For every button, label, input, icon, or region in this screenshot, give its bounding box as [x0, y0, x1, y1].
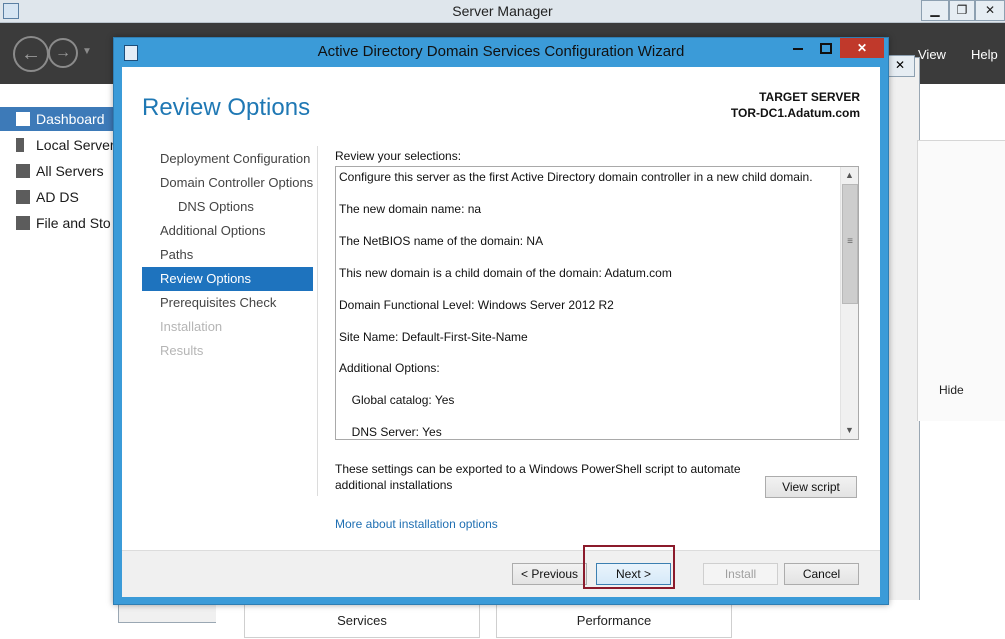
- review-line: Additional Options:: [339, 361, 440, 375]
- sm-close-button[interactable]: ✕: [975, 0, 1005, 21]
- menu-help[interactable]: Help: [971, 47, 998, 62]
- step-dns-options[interactable]: DNS Options: [142, 195, 313, 219]
- review-line: The new domain name: na: [339, 202, 482, 216]
- sidebar-item-label: Local Server: [36, 137, 115, 153]
- wizard-maximize-button[interactable]: [812, 38, 840, 58]
- maximize-icon: [820, 43, 832, 55]
- tile-services[interactable]: Services: [244, 602, 480, 638]
- target-server-value: TOR-DC1.Adatum.com: [730, 106, 860, 120]
- previous-button[interactable]: < Previous: [512, 563, 587, 585]
- server-manager-right-panel: [917, 140, 1005, 421]
- review-selections-label: Review your selections:: [335, 149, 462, 163]
- install-button: Install: [703, 563, 778, 585]
- minimize-icon: [793, 47, 803, 50]
- wizard-minimize-button[interactable]: [784, 38, 812, 58]
- step-deployment-configuration[interactable]: Deployment Configuration: [142, 147, 313, 171]
- step-review-options[interactable]: Review Options: [142, 267, 313, 291]
- wizard-title: Active Directory Domain Services Configu…: [317, 43, 685, 60]
- sidebar-item-file-storage[interactable]: File and Sto: [0, 211, 118, 235]
- next-button-highlight-box: [583, 545, 675, 589]
- hide-link[interactable]: Hide: [939, 383, 964, 397]
- step-paths[interactable]: Paths: [142, 243, 313, 267]
- sm-minimize-button[interactable]: ▁: [921, 0, 949, 21]
- review-line: Configure this server as the first Activ…: [339, 170, 813, 184]
- background-dialog-close-icon[interactable]: ✕: [885, 55, 915, 77]
- forward-arrow-icon[interactable]: →: [48, 38, 78, 68]
- step-domain-controller-options[interactable]: Domain Controller Options: [142, 171, 313, 195]
- sidebar-item-all-servers[interactable]: All Servers: [0, 159, 118, 183]
- review-line: Global catalog: Yes: [345, 393, 455, 407]
- review-line: This new domain is a child domain of the…: [339, 266, 672, 280]
- back-arrow-icon[interactable]: ←: [13, 36, 49, 72]
- sidebar-item-label: File and Sto: [36, 215, 111, 231]
- scroll-up-icon[interactable]: ▲: [841, 167, 858, 184]
- steps-divider: [317, 146, 318, 496]
- step-results: Results: [160, 343, 204, 358]
- history-dropdown-icon[interactable]: ▼: [82, 46, 92, 57]
- all-servers-icon: [16, 164, 30, 178]
- ad-ds-configuration-wizard: Active Directory Domain Services Configu…: [113, 37, 889, 605]
- review-line: The NetBIOS name of the domain: NA: [339, 234, 544, 248]
- scroll-down-icon[interactable]: ▼: [841, 422, 858, 439]
- cancel-button[interactable]: Cancel: [784, 563, 859, 585]
- wizard-close-button[interactable]: ✕: [840, 38, 884, 58]
- file-storage-icon: [16, 216, 30, 230]
- step-installation: Installation: [160, 319, 223, 334]
- more-about-installation-link[interactable]: More about installation options: [335, 517, 498, 531]
- local-server-icon: [16, 138, 24, 152]
- target-server-label: TARGET SERVER: [759, 90, 860, 104]
- page-title: Review Options: [142, 94, 311, 121]
- sidebar-item-ad-ds[interactable]: AD DS: [0, 185, 118, 209]
- sidebar-item-dashboard[interactable]: Dashboard: [0, 107, 118, 131]
- sidebar-item-label: All Servers: [36, 163, 104, 179]
- grip-icon: ≡: [847, 236, 853, 247]
- review-selections-textbox[interactable]: Configure this server as the first Activ…: [335, 166, 859, 440]
- view-script-button[interactable]: View script: [765, 476, 857, 498]
- sidebar-item-local-server[interactable]: Local Server: [0, 133, 118, 157]
- menu-view[interactable]: View: [918, 47, 946, 62]
- close-icon: ✕: [856, 41, 868, 55]
- scrollbar-thumb[interactable]: ≡: [842, 184, 858, 304]
- server-manager-title: Server Manager: [452, 3, 553, 19]
- review-line: DNS Server: Yes: [345, 425, 442, 439]
- ad-ds-icon: [16, 190, 30, 204]
- tile-performance[interactable]: Performance: [496, 602, 732, 638]
- sidebar-item-label: Dashboard: [36, 111, 105, 127]
- step-prerequisites-check[interactable]: Prerequisites Check: [142, 291, 313, 315]
- review-line: Domain Functional Level: Windows Server …: [339, 298, 614, 312]
- sidebar-item-label: AD DS: [36, 189, 79, 205]
- review-line: Site Name: Default-First-Site-Name: [339, 330, 528, 344]
- sm-maximize-button[interactable]: ❐: [949, 0, 975, 21]
- dashboard-icon: [16, 112, 30, 126]
- review-scrollbar[interactable]: ▲ ≡ ▼: [840, 167, 858, 439]
- export-description: These settings can be exported to a Wind…: [335, 462, 741, 492]
- step-additional-options[interactable]: Additional Options: [142, 219, 313, 243]
